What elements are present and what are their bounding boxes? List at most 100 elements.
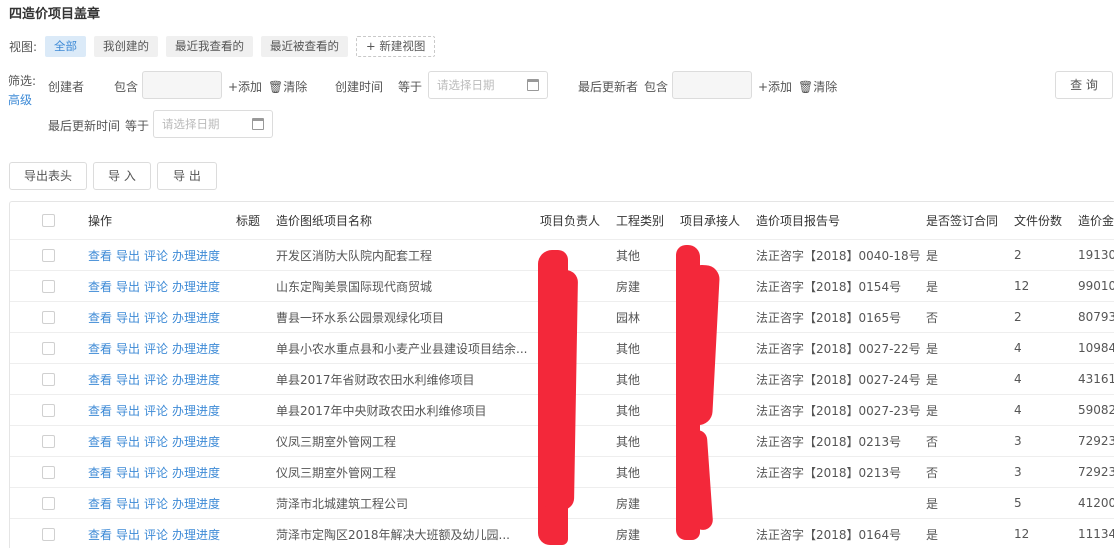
progress-link[interactable]: 办理进度 [172, 495, 220, 512]
export-link[interactable]: 导出 [116, 278, 140, 295]
category-cell: 其他 [616, 341, 641, 356]
progress-link[interactable]: 办理进度 [172, 526, 220, 543]
row-checkbox[interactable] [42, 341, 55, 355]
view-link[interactable]: 查看 [88, 526, 112, 543]
export-link[interactable]: 导出 [116, 526, 140, 543]
query-button[interactable]: 查 询 [1055, 71, 1113, 99]
export-button[interactable]: 导 出 [157, 162, 217, 190]
comment-link[interactable]: 评论 [144, 340, 168, 357]
view-label: 视图: [9, 39, 38, 54]
view-link[interactable]: 查看 [88, 309, 112, 326]
progress-link[interactable]: 办理进度 [172, 247, 220, 264]
row-checkbox[interactable] [42, 434, 55, 448]
row-checkbox-cell[interactable] [42, 333, 55, 363]
row-actions: 查看 导出 评论 办理进度 [88, 333, 224, 363]
updated-time-date-input[interactable]: 请选择日期 [153, 110, 273, 138]
progress-link[interactable]: 办理进度 [172, 371, 220, 388]
import-button[interactable]: 导 入 [93, 162, 151, 190]
view-link[interactable]: 查看 [88, 247, 112, 264]
row-actions: 查看 导出 评论 办理进度 [88, 271, 224, 301]
export-link[interactable]: 导出 [116, 309, 140, 326]
view-recent-viewed-by-me[interactable]: 最近我查看的 [166, 35, 254, 57]
row-checkbox-cell[interactable] [42, 519, 55, 548]
export-link[interactable]: 导出 [116, 495, 140, 512]
progress-link[interactable]: 办理进度 [172, 433, 220, 450]
updater-clear-button[interactable]: 🗑清除 [798, 78, 837, 95]
row-checkbox[interactable] [42, 465, 55, 479]
row-actions: 查看 导出 评论 办理进度 [88, 519, 224, 548]
row-checkbox-cell[interactable] [42, 395, 55, 425]
progress-link[interactable]: 办理进度 [172, 340, 220, 357]
row-checkbox[interactable] [42, 279, 55, 293]
progress-link[interactable]: 办理进度 [172, 402, 220, 419]
updater-input[interactable] [672, 71, 752, 99]
updater-add-button[interactable]: +添加 [758, 78, 792, 95]
creator-clear-button[interactable]: 🗑清除 [268, 78, 307, 95]
select-all-checkbox-cell[interactable] [42, 202, 55, 239]
amount-cell: 729238 [1078, 465, 1114, 479]
report-no-cell: 法正咨字【2018】0040-18号 [756, 248, 921, 263]
comment-link[interactable]: 评论 [144, 433, 168, 450]
view-all[interactable]: 全部 [45, 35, 87, 57]
col-header-title: 标题 [236, 214, 261, 228]
row-checkbox[interactable] [42, 310, 55, 324]
trash-icon: 🗑 [798, 80, 814, 94]
comment-link[interactable]: 评论 [144, 495, 168, 512]
amount-cell: 111346 [1078, 527, 1114, 541]
export-header-button[interactable]: 导出表头 [9, 162, 87, 190]
progress-link[interactable]: 办理进度 [172, 309, 220, 326]
row-checkbox-cell[interactable] [42, 271, 55, 301]
progress-link[interactable]: 办理进度 [172, 464, 220, 481]
row-checkbox-cell[interactable] [42, 488, 55, 518]
row-checkbox-cell[interactable] [42, 240, 55, 270]
view-my-created[interactable]: 我创建的 [94, 35, 159, 57]
export-link[interactable]: 导出 [116, 464, 140, 481]
row-checkbox[interactable] [42, 527, 55, 541]
export-link[interactable]: 导出 [116, 371, 140, 388]
export-link[interactable]: 导出 [116, 247, 140, 264]
view-link[interactable]: 查看 [88, 495, 112, 512]
created-time-date-input[interactable]: 请选择日期 [428, 71, 548, 99]
comment-link[interactable]: 评论 [144, 526, 168, 543]
comment-link[interactable]: 评论 [144, 278, 168, 295]
row-checkbox-cell[interactable] [42, 364, 55, 394]
view-link[interactable]: 查看 [88, 340, 112, 357]
new-view-button[interactable]: + 新建视图 [356, 35, 436, 57]
export-link[interactable]: 导出 [116, 433, 140, 450]
export-link[interactable]: 导出 [116, 340, 140, 357]
category-cell: 房建 [616, 527, 641, 542]
comment-link[interactable]: 评论 [144, 464, 168, 481]
select-all-checkbox[interactable] [42, 214, 55, 227]
category-cell: 其他 [616, 403, 641, 418]
comment-link[interactable]: 评论 [144, 371, 168, 388]
view-recent-viewed[interactable]: 最近被查看的 [261, 35, 349, 57]
contract-cell: 是 [926, 341, 939, 356]
advanced-filter-link[interactable]: 高级 [8, 91, 32, 108]
comment-link[interactable]: 评论 [144, 309, 168, 326]
view-link[interactable]: 查看 [88, 464, 112, 481]
row-checkbox[interactable] [42, 496, 55, 510]
row-checkbox[interactable] [42, 248, 55, 262]
row-checkbox[interactable] [42, 403, 55, 417]
calendar-icon [252, 118, 264, 130]
view-link[interactable]: 查看 [88, 402, 112, 419]
view-link[interactable]: 查看 [88, 278, 112, 295]
export-link[interactable]: 导出 [116, 402, 140, 419]
project-name-cell: 菏泽市定陶区2018年解决大班额及幼儿园... [276, 527, 510, 542]
project-name-cell: 山东定陶美景国际现代商贸城 [276, 279, 433, 294]
progress-link[interactable]: 办理进度 [172, 278, 220, 295]
creator-input[interactable] [142, 71, 222, 99]
row-checkbox[interactable] [42, 372, 55, 386]
comment-link[interactable]: 评论 [144, 402, 168, 419]
row-checkbox-cell[interactable] [42, 457, 55, 487]
project-name-cell: 仪凤三期室外管网工程 [276, 465, 397, 480]
project-name-cell: 开发区消防大队院内配套工程 [276, 248, 433, 263]
row-checkbox-cell[interactable] [42, 426, 55, 456]
creator-filter-label: 创建者 [48, 80, 85, 94]
creator-add-button[interactable]: +添加 [228, 78, 262, 95]
comment-link[interactable]: 评论 [144, 247, 168, 264]
contract-cell: 是 [926, 527, 939, 542]
view-link[interactable]: 查看 [88, 371, 112, 388]
row-checkbox-cell[interactable] [42, 302, 55, 332]
view-link[interactable]: 查看 [88, 433, 112, 450]
